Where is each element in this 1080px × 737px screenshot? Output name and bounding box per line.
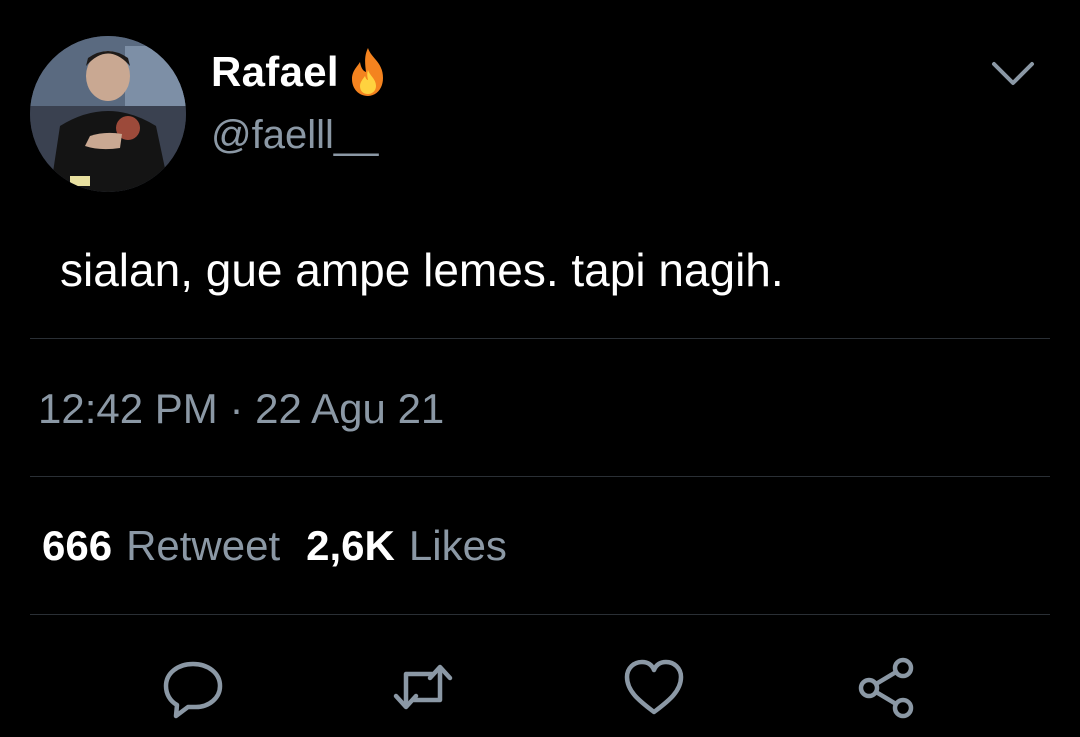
divider [30, 338, 1050, 339]
tweet-text: sialan, gue ampe lemes. tapi nagih. [60, 244, 784, 296]
divider [30, 476, 1050, 477]
retweet-count: 666 [42, 522, 113, 569]
tweet-stats: 666 Retweet 2,6K Likes [42, 522, 507, 570]
share-icon[interactable] [851, 652, 921, 722]
display-name[interactable]: Rafael [211, 48, 339, 96]
retweet-icon[interactable] [388, 652, 458, 722]
likes-label: Likes [408, 522, 507, 569]
likes-stat[interactable]: 2,6K Likes [306, 522, 507, 570]
author-handle[interactable]: @faelll__ [211, 113, 378, 158]
avatar-photo [30, 36, 186, 192]
retweet-label: Retweet [126, 522, 281, 569]
reply-icon[interactable] [158, 652, 228, 722]
tweet-timestamp[interactable]: 12:42 PM · 22 Agu 21 [38, 385, 444, 433]
fire-icon [351, 48, 383, 96]
retweet-stat[interactable]: 666 Retweet [42, 522, 280, 570]
avatar[interactable] [30, 36, 186, 192]
tweet-detail: Rafael @faelll__ sialan, gue ampe lemes.… [0, 0, 1080, 737]
likes-count: 2,6K [306, 522, 395, 569]
divider [30, 614, 1050, 615]
like-icon[interactable] [619, 652, 689, 722]
chevron-down-icon[interactable] [990, 56, 1036, 92]
author-name-row[interactable]: Rafael [211, 44, 391, 100]
